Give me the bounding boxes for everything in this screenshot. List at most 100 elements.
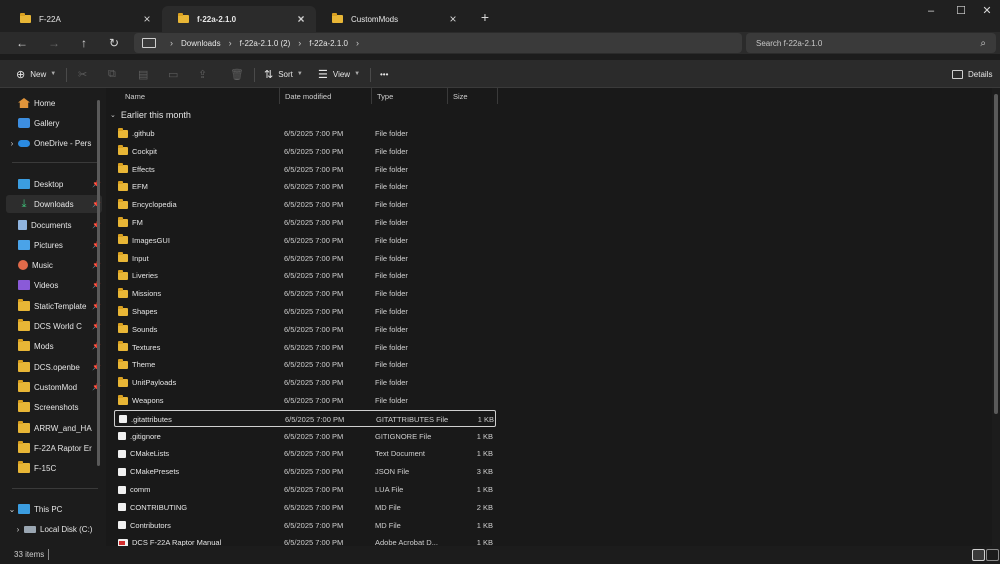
close-window-icon[interactable]: ✕ xyxy=(972,3,1000,19)
chevron-right-icon[interactable]: › xyxy=(6,139,18,148)
refresh-icon[interactable]: ↻ xyxy=(104,32,124,54)
table-row[interactable]: EFM 6/5/2025 7:00 PM File folder xyxy=(114,178,496,195)
details-pane-button[interactable]: Details xyxy=(952,66,992,82)
table-row[interactable]: Sounds 6/5/2025 7:00 PM File folder xyxy=(114,321,496,338)
chevron-right-icon[interactable]: › xyxy=(348,38,367,48)
delete-icon[interactable]: 🗑 xyxy=(230,66,249,82)
table-row[interactable]: Input 6/5/2025 7:00 PM File folder xyxy=(114,250,496,267)
column-header-type[interactable]: Type xyxy=(372,88,448,104)
sidebar-item-pictures[interactable]: Pictures 📌 xyxy=(6,236,102,254)
chevron-right-icon[interactable]: › xyxy=(12,525,24,534)
table-row[interactable]: FM 6/5/2025 7:00 PM File folder xyxy=(114,214,496,231)
sidebar-item-label: OneDrive - Pers xyxy=(34,138,92,148)
tiles-view-icon[interactable] xyxy=(986,549,999,561)
more-options-icon[interactable]: ••• xyxy=(380,66,388,82)
table-row[interactable]: CONTRIBUTING 6/5/2025 7:00 PM MD File 2 KB xyxy=(114,499,496,516)
close-icon[interactable]: × xyxy=(140,12,154,26)
chevron-down-icon[interactable]: ⌄ xyxy=(6,505,18,514)
file-size xyxy=(451,161,493,178)
copy-icon[interactable]: ⧉ xyxy=(108,66,121,82)
breadcrumb-f22a-210[interactable]: f-22a-2.1.0 xyxy=(309,39,348,48)
table-row[interactable]: Contributors 6/5/2025 7:00 PM MD File 1 KB xyxy=(114,517,496,534)
details-view-icon[interactable] xyxy=(972,549,985,561)
sidebar-item-downloads[interactable]: ⤓ Downloads 📌 xyxy=(6,195,102,213)
table-row[interactable]: Shapes 6/5/2025 7:00 PM File folder xyxy=(114,303,496,320)
tab-custommods[interactable]: CustomMods × xyxy=(316,6,468,32)
table-row[interactable]: ImagesGUI 6/5/2025 7:00 PM File folder xyxy=(114,232,496,249)
sidebar-item-statictemplate[interactable]: StaticTemplate 📌 xyxy=(6,297,102,315)
table-row[interactable]: Encyclopedia 6/5/2025 7:00 PM File folder xyxy=(114,196,496,213)
sidebar-item-onedrive[interactable]: › OneDrive - Pers xyxy=(6,134,102,152)
new-button[interactable]: ⊕ New ▼ xyxy=(16,66,56,82)
table-row[interactable]: .gitignore 6/5/2025 7:00 PM GITIGNORE File… xyxy=(114,428,496,445)
search-input[interactable]: Search f-22a-2.1.0 ⌕ xyxy=(746,33,996,53)
table-row[interactable]: Missions 6/5/2025 7:00 PM File folder xyxy=(114,285,496,302)
table-row[interactable]: UnitPayloads 6/5/2025 7:00 PM File folder xyxy=(114,374,496,391)
column-header-size[interactable]: Size xyxy=(448,88,498,104)
sidebar-item-videos[interactable]: Videos 📌 xyxy=(6,276,102,294)
sort-button[interactable]: ⇅ Sort ▼ xyxy=(264,66,303,82)
paste-icon[interactable]: ▤ xyxy=(138,66,153,82)
sidebar-item-desktop[interactable]: Desktop 📌 xyxy=(6,175,102,193)
file-size xyxy=(451,285,493,302)
breadcrumb-f22a-210-2[interactable]: f-22a-2.1.0 (2) xyxy=(240,39,291,48)
table-row[interactable]: Cockpit 6/5/2025 7:00 PM File folder xyxy=(114,143,496,160)
cut-icon[interactable]: ✂ xyxy=(78,66,92,82)
chevron-right-icon[interactable]: › xyxy=(290,38,309,48)
breadcrumb-downloads[interactable]: Downloads xyxy=(181,39,221,48)
tab-f22a[interactable]: F-22A × xyxy=(4,6,162,32)
table-row[interactable]: Textures 6/5/2025 7:00 PM File folder xyxy=(114,339,496,356)
share-icon[interactable]: ⇪ xyxy=(198,66,212,82)
sidebar-item-custommods[interactable]: CustomMod 📌 xyxy=(6,378,102,396)
forward-icon[interactable]: → xyxy=(44,32,64,54)
sidebar-item-dcs-world[interactable]: DCS World C 📌 xyxy=(6,317,102,335)
table-row[interactable]: comm 6/5/2025 7:00 PM LUA File 1 KB xyxy=(114,481,496,498)
sidebar-item-this-pc[interactable]: ⌄ This PC xyxy=(6,500,102,518)
table-row[interactable]: CMakePresets 6/5/2025 7:00 PM JSON File 3 K… xyxy=(114,463,496,480)
sidebar-item-gallery[interactable]: Gallery xyxy=(6,114,102,132)
file-name: Textures xyxy=(132,342,161,352)
sidebar-item-screenshots[interactable]: Screenshots xyxy=(6,398,102,416)
sidebar-item-f22a-raptor[interactable]: F-22A Raptor Er xyxy=(6,439,102,457)
chevron-right-icon[interactable]: › xyxy=(162,38,181,48)
sidebar-item-music[interactable]: Music 📌 xyxy=(6,256,102,274)
up-icon[interactable]: ↑ xyxy=(74,32,94,54)
table-row[interactable]: Liveries 6/5/2025 7:00 PM File folder xyxy=(114,267,496,284)
tab-f22a-210[interactable]: f-22a-2.1.0 × xyxy=(162,6,316,32)
chevron-right-icon[interactable]: › xyxy=(221,38,240,48)
close-icon[interactable]: × xyxy=(446,12,460,26)
sidebar-item-arrw[interactable]: ARRW_and_HA xyxy=(6,419,102,437)
table-row[interactable]: Theme 6/5/2025 7:00 PM File folder xyxy=(114,356,496,373)
table-row[interactable]: DCS F-22A Raptor Manual 6/5/2025 7:00 PM A… xyxy=(114,534,496,546)
table-row[interactable]: Effects 6/5/2025 7:00 PM File folder xyxy=(114,161,496,178)
pc-icon xyxy=(18,504,30,514)
file-type: File folder xyxy=(375,200,408,210)
view-button[interactable]: ☰ View ▼ xyxy=(318,66,360,82)
close-icon[interactable]: × xyxy=(294,12,308,26)
table-row[interactable]: CMakeLists 6/5/2025 7:00 PM Text Document 1… xyxy=(114,445,496,462)
sidebar-item-dcs-openbeta[interactable]: DCS.openbe 📌 xyxy=(6,358,102,376)
table-row[interactable]: .gitattributes 6/5/2025 7:00 PM GITATTRIBU… xyxy=(114,409,496,427)
back-icon[interactable]: ← xyxy=(12,32,32,54)
column-header-date[interactable]: Date modified xyxy=(280,88,372,104)
group-header[interactable]: ⌄ Earlier this month xyxy=(110,110,191,120)
file-list-scrollbar[interactable] xyxy=(994,94,998,414)
sidebar-item-mods[interactable]: Mods 📌 xyxy=(6,337,102,355)
sidebar-item-home[interactable]: Home xyxy=(6,94,102,112)
table-row[interactable]: .github 6/5/2025 7:00 PM File folder xyxy=(114,125,496,142)
sidebar-item-local-disk[interactable]: › Local Disk (C:) xyxy=(12,520,102,538)
file-date: 6/5/2025 7:00 PM xyxy=(284,342,344,352)
file-type: File folder xyxy=(375,253,408,263)
file-icon xyxy=(118,503,126,512)
address-bar[interactable]: › Downloads › f-22a-2.1.0 (2) › f-22a-2.… xyxy=(134,33,742,53)
new-tab-icon[interactable]: + xyxy=(476,9,494,25)
sidebar-item-documents[interactable]: Documents 📌 xyxy=(6,216,102,234)
view-label: View xyxy=(332,69,351,79)
sidebar-item-f15c[interactable]: F-15C xyxy=(6,459,102,477)
sidebar-scrollbar[interactable] xyxy=(97,100,100,466)
pdf-icon xyxy=(118,538,128,546)
file-date: 6/5/2025 7:00 PM xyxy=(284,467,344,477)
table-row[interactable]: Weapons 6/5/2025 7:00 PM File folder xyxy=(114,392,496,409)
rename-icon[interactable]: ▭ xyxy=(168,66,183,82)
minimize-icon[interactable]: – xyxy=(916,3,946,19)
